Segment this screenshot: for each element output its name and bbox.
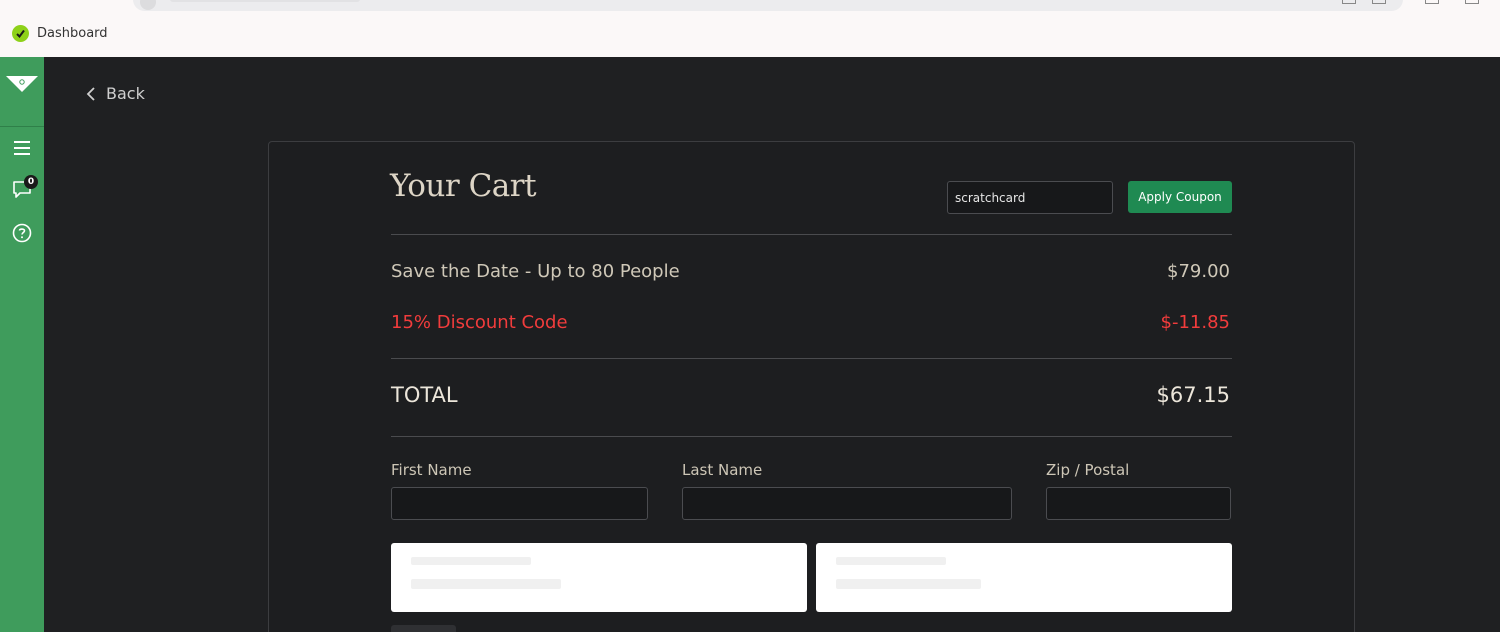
- total-amount: $67.15: [1156, 383, 1230, 407]
- help-icon[interactable]: [11, 222, 33, 244]
- bookmark-label: Dashboard: [37, 25, 108, 41]
- extension-icon[interactable]: [1342, 0, 1356, 4]
- page-title: Your Cart: [390, 168, 537, 204]
- zip-label: Zip / Postal: [1046, 461, 1130, 479]
- divider: [391, 234, 1232, 235]
- sidebar: 0: [0, 57, 44, 632]
- sidebar-divider: [0, 126, 44, 127]
- bookmark-dashboard[interactable]: Dashboard: [12, 24, 108, 42]
- field-placeholder: [411, 557, 531, 565]
- brand-logo-icon[interactable]: [5, 75, 39, 93]
- chevron-left-icon: [86, 86, 95, 101]
- card-number-field[interactable]: [391, 543, 807, 612]
- line-item-amount: $79.00: [1167, 261, 1230, 282]
- line-item-label: Save the Date - Up to 80 People: [391, 261, 680, 282]
- dashboard-favicon-icon: [12, 24, 29, 42]
- total-label: TOTAL: [391, 383, 458, 407]
- last-name-field[interactable]: [682, 487, 1012, 520]
- browser-toolbar: Dashboard: [0, 0, 1500, 57]
- first-name-field[interactable]: [391, 487, 648, 520]
- discount-amount: $-11.85: [1160, 312, 1230, 333]
- zip-field[interactable]: [1046, 487, 1231, 520]
- hamburger-menu-icon[interactable]: [11, 137, 33, 159]
- menu-icon[interactable]: [1465, 0, 1479, 4]
- field-placeholder: [836, 579, 981, 589]
- divider: [391, 358, 1232, 359]
- field-placeholder: [411, 579, 561, 589]
- first-name-label: First Name: [391, 461, 472, 479]
- bookmark-star-icon[interactable]: [1372, 0, 1386, 4]
- url-text: [170, 0, 360, 2]
- card-details-field[interactable]: [816, 543, 1232, 612]
- divider: [391, 436, 1232, 437]
- back-label: Back: [106, 84, 145, 103]
- last-name-label: Last Name: [682, 461, 763, 479]
- back-link[interactable]: Back: [86, 84, 145, 103]
- profile-icon[interactable]: [1425, 0, 1439, 4]
- submit-button[interactable]: [391, 625, 456, 632]
- discount-label: 15% Discount Code: [391, 312, 568, 333]
- notification-badge: 0: [24, 175, 38, 189]
- coupon-input[interactable]: [947, 181, 1113, 214]
- field-placeholder: [836, 557, 946, 565]
- apply-coupon-button[interactable]: Apply Coupon: [1128, 181, 1232, 213]
